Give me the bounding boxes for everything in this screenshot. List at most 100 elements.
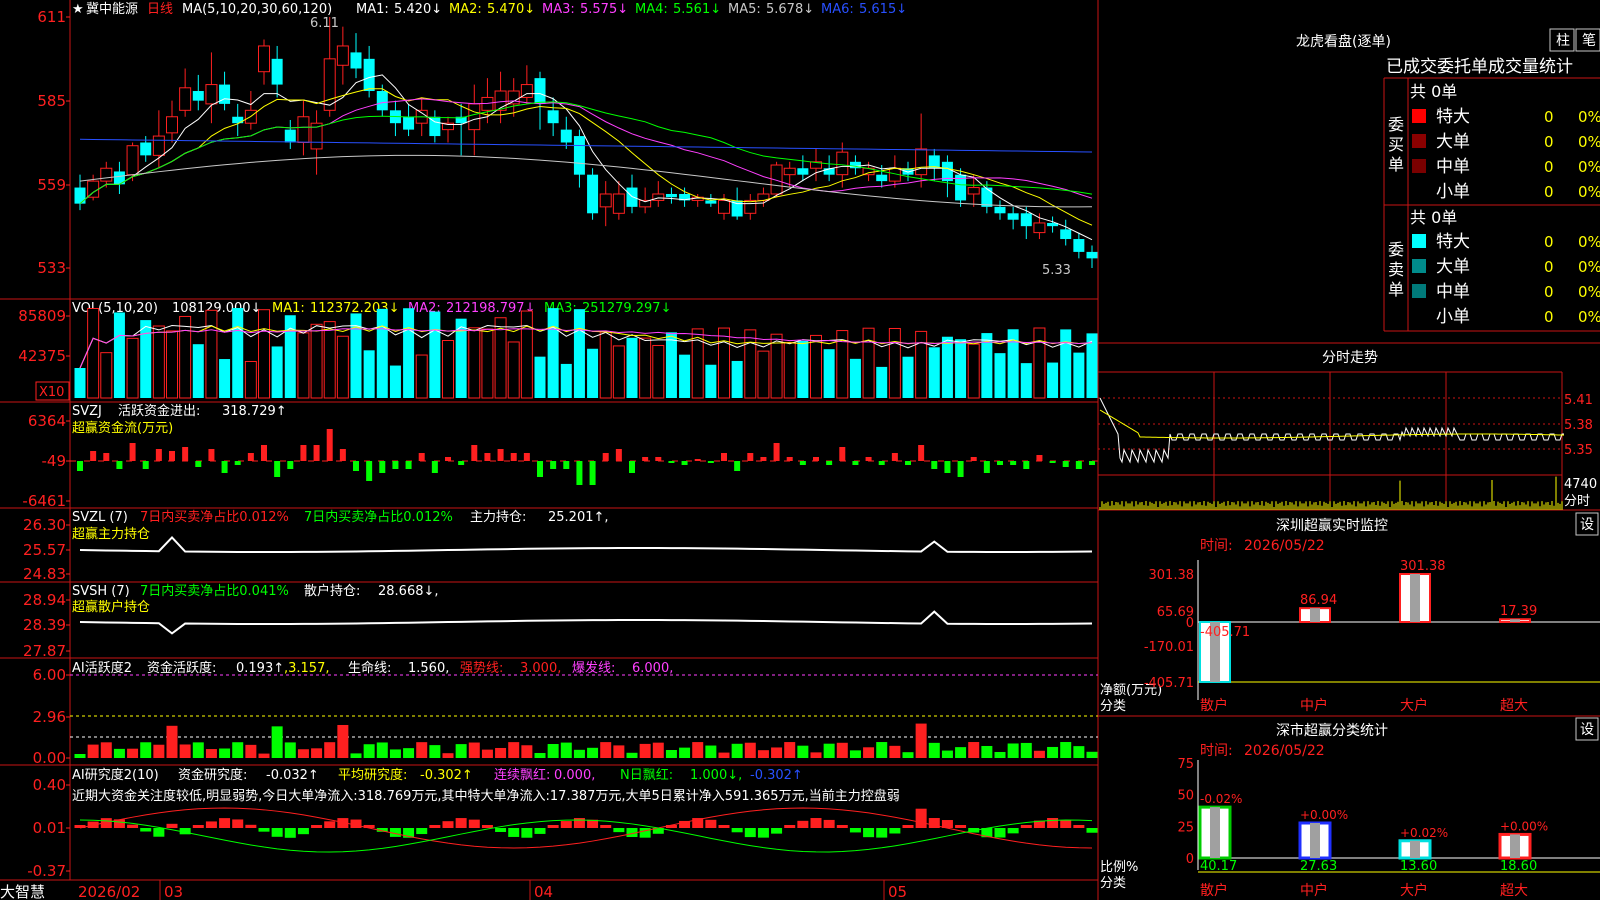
minute-chart[interactable]: 5.41 5.38 5.35 4740 分时 [1097,372,1597,510]
svzj-bar [300,445,307,461]
candle-body [140,142,152,156]
price-y-axis: 611 585 559 533 [37,8,70,277]
svzl-line [79,535,1093,553]
vol-bar [573,309,585,398]
ai-active-bar [166,725,178,758]
row-label: 特大 [1436,107,1470,127]
svzl-label2: 7日内买卖净占比0.012% [304,509,453,525]
vol-ma-value-2: 251279.297↓ [582,301,671,316]
ai-active-y-axis: 6.00 2.96 0.00 [33,666,70,767]
kline-main-chart[interactable]: ★ 冀中能源 日线 MA(5,10,20,30,60,120) MA1: 5.42… [0,0,1600,900]
svzj-bar [169,451,175,461]
vol-bar [442,340,454,399]
svsh-line [79,610,1093,635]
row-swatch [1412,109,1426,123]
row-label: 大单 [1436,132,1470,152]
vol-bar [219,359,231,398]
vol-y-axis: 85809 42375 [18,307,70,365]
stats-value: 18.60 [1500,859,1537,874]
svzj-bar [392,461,399,469]
svzj-bar [458,461,465,465]
ai-active-bar [1007,743,1019,758]
vol-ma-5 [79,324,1093,369]
stats-value: 40.17 [1200,859,1237,874]
vol-bar [639,337,652,399]
app-logo: 大智慧 [0,883,45,900]
monitor-value-label: 86.94 [1300,593,1337,608]
svzj-bar [497,449,504,461]
row-label: 中单 [1436,157,1470,177]
candle-body [718,199,730,214]
candle-body [967,187,980,195]
svsh-title: SVSH (7) [72,584,130,599]
candles[interactable] [74,17,1098,268]
vol-bar [876,366,888,398]
svsh-value: 28.668↓, [378,584,439,599]
row-pct: 0% [1578,133,1600,151]
svzj-bar [970,457,977,461]
row-count: 0 [1544,133,1554,151]
ai-research-bar [849,828,861,833]
vol-bar [179,315,192,399]
ai-research-bar [495,828,507,832]
ma-label-name-0: MA1: [356,2,389,17]
ai-research-bar [560,821,572,828]
ytick-1: 28.39 [23,616,66,634]
vol-ma-name-0: MA1: [272,301,305,316]
ai-research-bar [600,825,612,828]
row-pct: 0% [1578,108,1600,126]
svzj-bar [826,461,833,465]
ai-active-bar [1086,751,1098,758]
candle-body [1033,222,1046,234]
stats-value: 13.60 [1400,859,1437,874]
ai-active-bar [87,744,99,758]
svzj-bar [339,449,346,461]
monitor-cat: 大户 [1400,697,1428,714]
ytick-2: -0.37 [27,862,66,880]
ai-active-bar [442,753,454,758]
stats-cat-label: 分类 [1100,876,1126,891]
row-swatch [1412,284,1426,298]
monitor-ytick: 0 [1186,616,1194,631]
ma-label-name-1: MA2: [449,2,482,17]
vol-bar [468,327,481,399]
svzj-bar [1049,461,1056,463]
svzj-y-axis: 6364 -49 -6461 [22,412,70,510]
row-swatch [1412,234,1426,248]
ai-active-bar [771,747,783,758]
vol-bar [981,333,993,398]
stats-bar-shade [1210,807,1220,858]
vol-bar [928,347,940,398]
ai-research-bar [324,821,336,828]
ytick-2: 0.00 [33,749,66,767]
candle-body [179,87,192,111]
ai-active-v4: 3.000, [520,661,561,676]
ai-research-bar [153,828,165,837]
panel-frames [0,0,1600,900]
vol-bar [560,363,572,398]
ytick-1: 585 [37,92,66,110]
ai-research-bar [297,828,309,835]
vol-bar [363,350,375,398]
candle-body [836,151,849,176]
svzl-label1: 7日内买卖净占比0.012% [140,509,289,525]
vol-bar [665,332,677,398]
ai-active-bar [810,752,822,758]
monitor-value-label: -405.71 [1200,625,1250,640]
minute-vol: 4740 [1564,477,1597,492]
stats-bar-shade [1510,834,1520,858]
candle-body [152,135,165,156]
ai-research-bar [757,828,769,838]
monitor-chart: 301.3865.690-170.01-405.71-405.71散户86.94… [1144,559,1600,714]
row-label: 特大 [1436,232,1470,252]
ai-active-bar [389,749,401,758]
ai-research-bar [284,828,296,838]
row-pct: 0% [1578,308,1600,326]
vol-bar [797,340,809,398]
vol-bar [534,356,546,398]
vol-bar [205,309,218,399]
candle-body [87,180,100,198]
candle-body [336,45,349,66]
minute-title: 分时走势 [1322,350,1378,366]
ai-research-bar [744,828,756,838]
